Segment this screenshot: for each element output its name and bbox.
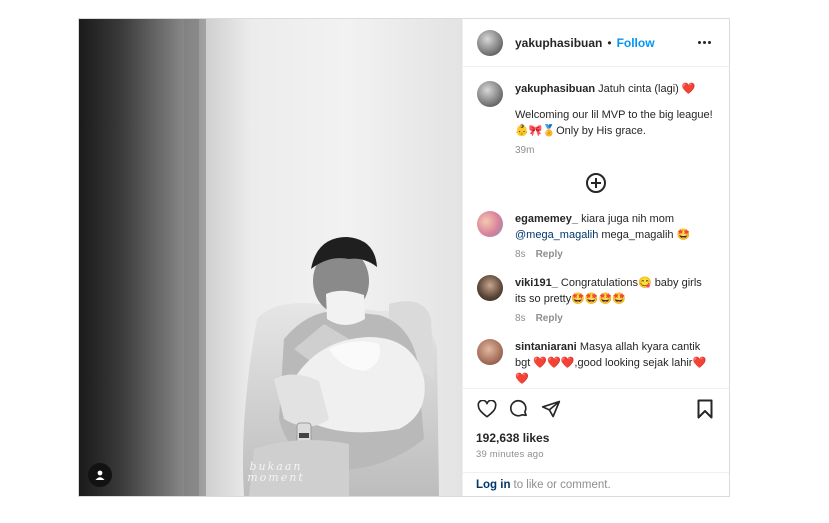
more-options-icon[interactable] — [694, 37, 715, 48]
follow-button[interactable]: Follow — [617, 36, 655, 50]
comment-avatar[interactable] — [477, 211, 503, 237]
caption-avatar[interactable] — [477, 81, 503, 107]
login-prompt-text: to like or comment. — [513, 478, 611, 491]
caption-line-2: Welcoming our lil MVP to the big league!… — [515, 109, 713, 137]
photo-watermark: bukaan moment — [246, 461, 306, 483]
caption-body: yakuphasibuan Jatuh cinta (lagi) ❤️ Welc… — [515, 81, 715, 159]
likes-count[interactable]: 192,638 likes — [476, 431, 716, 445]
comment-icon[interactable] — [508, 398, 530, 420]
user-tag-button[interactable] — [88, 463, 112, 487]
comment-body: egamemey_ kiara juga nih mom @mega_magal… — [515, 211, 715, 263]
comments-list[interactable]: yakuphasibuan Jatuh cinta (lagi) ❤️ Welc… — [463, 67, 729, 388]
comment-text: kiara juga nih mom — [581, 213, 674, 225]
comment-body: viki191_ Congratulations😋 baby girls its… — [515, 275, 715, 327]
author-username[interactable]: yakuphasibuan — [515, 36, 602, 50]
action-icons — [476, 397, 716, 421]
reply-button[interactable]: Reply — [536, 247, 563, 263]
caption-entry: yakuphasibuan Jatuh cinta (lagi) ❤️ Welc… — [477, 81, 715, 159]
comment-username[interactable]: sintaniarani — [515, 341, 577, 353]
caption-time[interactable]: 39m — [515, 143, 534, 159]
author-avatar[interactable] — [477, 29, 503, 56]
comment-meta: 8s Reply — [515, 311, 715, 327]
comment-body: sintaniarani Masya allah kyara cantik bg… — [515, 339, 715, 387]
heart-icon[interactable] — [476, 398, 498, 420]
post-actions: 192,638 likes 39 minutes ago — [463, 388, 729, 460]
load-more — [477, 173, 715, 193]
comment-username[interactable]: egamemey_ — [515, 213, 578, 225]
comment-text-rest: mega_magalih 🤩 — [601, 229, 691, 241]
comment-mention[interactable]: @mega_magalih — [515, 229, 598, 241]
caption-username[interactable]: yakuphasibuan — [515, 83, 595, 95]
photo-scene — [79, 19, 439, 496]
comment-meta: 8s Reply — [515, 247, 715, 263]
comment-item: sintaniarani Masya allah kyara cantik bg… — [477, 339, 715, 387]
caption-line-1: Jatuh cinta (lagi) ❤️ — [598, 83, 696, 95]
header-separator: • — [607, 35, 612, 50]
user-tag-icon — [95, 470, 105, 480]
login-link[interactable]: Log in — [476, 479, 511, 491]
comment-avatar[interactable] — [477, 275, 503, 301]
caption-meta: 39m — [515, 143, 715, 159]
plus-circle-icon[interactable] — [586, 173, 606, 193]
post-timestamp[interactable]: 39 minutes ago — [476, 449, 716, 460]
post-photo[interactable]: bukaan moment — [79, 19, 462, 496]
comment-username[interactable]: viki191_ — [515, 277, 558, 289]
comment-time[interactable]: 8s — [515, 247, 526, 263]
comment-time[interactable]: 8s — [515, 311, 526, 327]
post-side-panel: yakuphasibuan • Follow yakuphasibuan Jat… — [462, 19, 729, 496]
comment-avatar[interactable] — [477, 339, 503, 365]
share-icon[interactable] — [540, 398, 562, 420]
post-header: yakuphasibuan • Follow — [463, 19, 729, 67]
watermark-line-2: moment — [247, 471, 305, 484]
comment-item: viki191_ Congratulations😋 baby girls its… — [477, 275, 715, 327]
reply-button[interactable]: Reply — [536, 311, 563, 327]
comment-item: egamemey_ kiara juga nih mom @mega_magal… — [477, 211, 715, 263]
bookmark-icon[interactable] — [694, 398, 716, 420]
login-prompt: Log in to like or comment. — [463, 472, 729, 496]
instagram-post-embed: bukaan moment yakuphasibuan • Follow yak… — [78, 18, 730, 497]
